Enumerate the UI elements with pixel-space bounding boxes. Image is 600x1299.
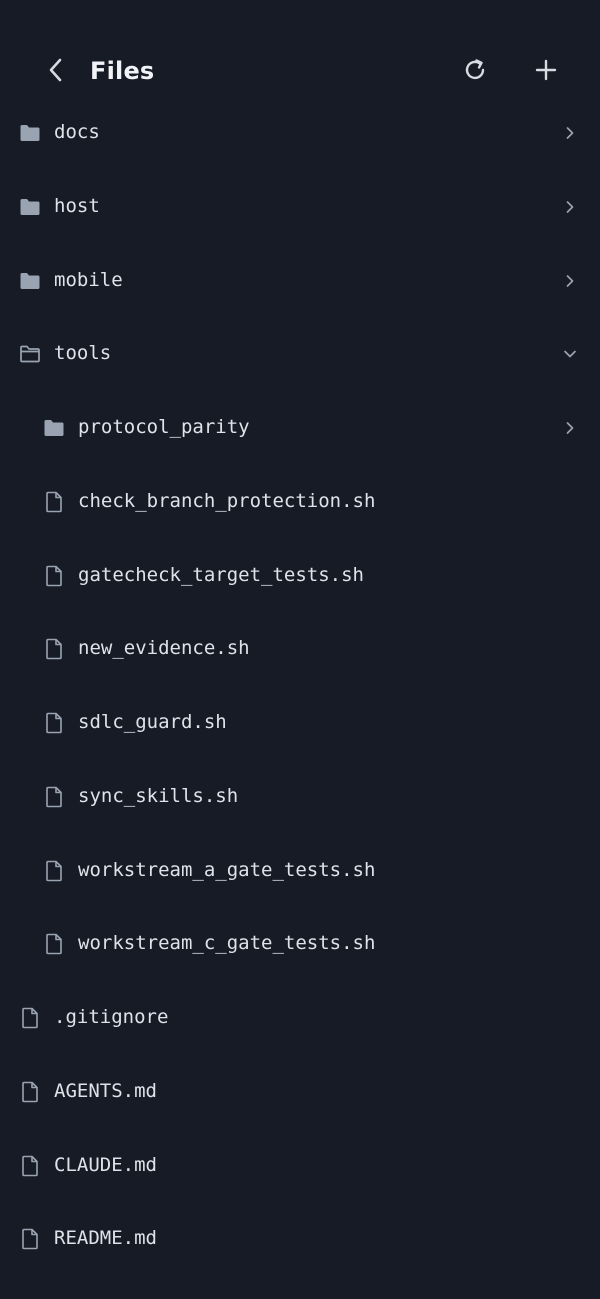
folder-name: protocol_parity: [78, 416, 250, 438]
file-row[interactable]: workstream_c_gate_tests.sh: [0, 907, 600, 981]
file-name: gatecheck_target_tests.sh: [78, 563, 364, 586]
chevron-left-icon: [45, 57, 67, 83]
file-name: README.md: [54, 1227, 157, 1250]
file-row[interactable]: CLAUDE.md: [0, 1129, 600, 1203]
folder-name: docs: [54, 121, 100, 143]
file-icon: [19, 1228, 41, 1250]
refresh-button[interactable]: [455, 50, 495, 90]
folder-open-icon: [19, 343, 41, 365]
folder-row[interactable]: host: [0, 170, 600, 244]
folder-icon: [19, 270, 41, 292]
file-name: .gitignore: [54, 1006, 169, 1028]
file-icon: [43, 786, 65, 808]
file-icon: [19, 1081, 41, 1103]
folder-icon: [19, 122, 41, 144]
file-tree: docs host mobile tools protocol_parity check_…: [0, 96, 600, 1276]
file-icon: [43, 933, 65, 955]
folder-name: tools: [54, 342, 112, 365]
refresh-icon: [462, 57, 488, 83]
folder-row[interactable]: protocol_parity: [0, 391, 600, 465]
folder-name: host: [54, 194, 100, 217]
file-icon: [43, 860, 65, 882]
file-name: sync_skills.sh: [78, 784, 239, 807]
chevron-down-icon[interactable]: [559, 343, 581, 365]
folder-icon: [19, 196, 41, 218]
file-name: check_branch_protection.sh: [78, 489, 376, 512]
file-row[interactable]: AGENTS.md: [0, 1055, 600, 1129]
folder-row[interactable]: docs: [0, 96, 600, 170]
file-name: CLAUDE.md: [54, 1153, 157, 1176]
folder-icon: [43, 417, 65, 439]
chevron-right-icon[interactable]: [559, 122, 581, 144]
page-title: Files: [90, 57, 155, 85]
chevron-right-icon[interactable]: [559, 196, 581, 218]
file-name: sdlc_guard.sh: [78, 711, 227, 733]
file-icon: [19, 1155, 41, 1177]
file-row[interactable]: check_branch_protection.sh: [0, 465, 600, 539]
file-row[interactable]: .gitignore: [0, 981, 600, 1055]
chevron-right-icon[interactable]: [559, 270, 581, 292]
chevron-right-icon[interactable]: [559, 417, 581, 439]
file-row[interactable]: sync_skills.sh: [0, 760, 600, 834]
file-name: AGENTS.md: [54, 1079, 157, 1102]
add-button[interactable]: [526, 50, 566, 90]
folder-name: mobile: [54, 268, 123, 291]
file-icon: [43, 712, 65, 734]
back-button[interactable]: [36, 50, 76, 90]
file-icon: [43, 565, 65, 587]
plus-icon: [534, 58, 558, 82]
file-name: workstream_a_gate_tests.sh: [78, 858, 376, 881]
folder-row[interactable]: mobile: [0, 244, 600, 318]
file-row[interactable]: sdlc_guard.sh: [0, 686, 600, 760]
file-row[interactable]: gatecheck_target_tests.sh: [0, 539, 600, 613]
file-name: workstream_c_gate_tests.sh: [78, 932, 376, 955]
file-icon: [43, 638, 65, 660]
file-row[interactable]: new_evidence.sh: [0, 612, 600, 686]
file-row[interactable]: README.md: [0, 1202, 600, 1276]
file-name: new_evidence.sh: [78, 637, 250, 660]
file-icon: [43, 491, 65, 513]
file-row[interactable]: workstream_a_gate_tests.sh: [0, 834, 600, 908]
file-icon: [19, 1007, 41, 1029]
folder-row[interactable]: tools: [0, 317, 600, 391]
